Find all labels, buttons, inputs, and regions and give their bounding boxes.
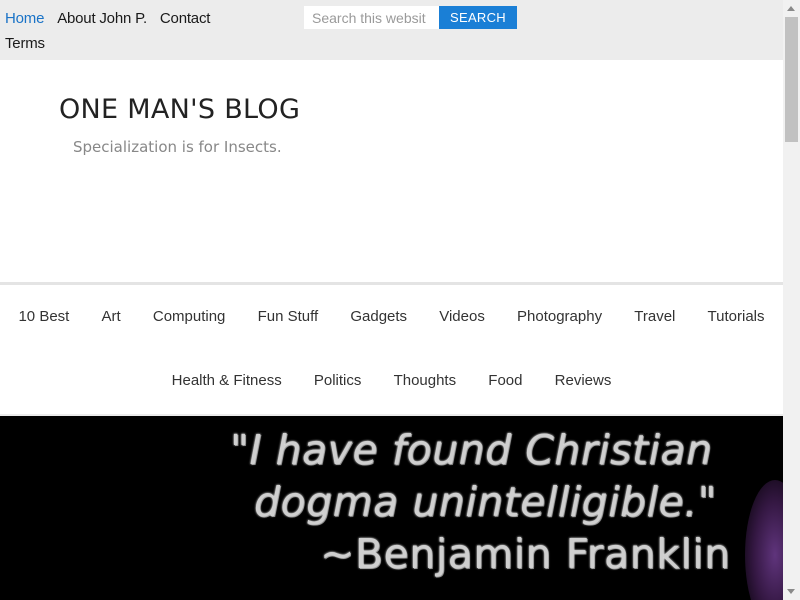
- quote-line: "I have found Christian: [230, 426, 713, 474]
- category-row: Health & Fitness Politics Thoughts Food …: [0, 372, 783, 389]
- category-politics[interactable]: Politics: [314, 372, 362, 389]
- category-reviews[interactable]: Reviews: [555, 372, 612, 389]
- category-health-fitness[interactable]: Health & Fitness: [172, 372, 282, 389]
- scroll-up-arrow-icon[interactable]: [783, 0, 800, 17]
- hero-quote: "I have found Christian dogma unintellig…: [230, 424, 770, 580]
- site-header: ONE MAN'S BLOG Specialization is for Ins…: [0, 60, 783, 282]
- category-art[interactable]: Art: [102, 308, 121, 325]
- nav-about-link[interactable]: About John P.: [57, 10, 147, 27]
- quote-attribution: ~Benjamin Franklin: [320, 530, 731, 578]
- quote-line: dogma unintelligible.": [254, 478, 718, 526]
- category-videos[interactable]: Videos: [439, 308, 485, 325]
- category-nav: 10 Best Art Computing Fun Stuff Gadgets …: [0, 285, 783, 414]
- nav-contact-link[interactable]: Contact: [160, 10, 210, 27]
- page-scrollbar[interactable]: [783, 0, 800, 600]
- scroll-down-arrow-icon[interactable]: [783, 583, 800, 600]
- site-tagline: Specialization is for Insects.: [73, 138, 282, 156]
- site-title[interactable]: ONE MAN'S BLOG: [59, 94, 300, 125]
- category-10-best[interactable]: 10 Best: [18, 308, 69, 325]
- category-tutorials[interactable]: Tutorials: [708, 308, 765, 325]
- nav-home-link[interactable]: Home: [5, 10, 44, 27]
- top-nav: Home About John P. Contact Terms: [5, 6, 215, 56]
- category-row: 10 Best Art Computing Fun Stuff Gadgets …: [0, 308, 783, 325]
- page: Home About John P. Contact Terms SEARCH ONE…: [0, 0, 783, 600]
- nav-terms-link[interactable]: Terms: [5, 35, 45, 52]
- category-travel[interactable]: Travel: [634, 308, 675, 325]
- category-food[interactable]: Food: [488, 372, 522, 389]
- top-bar: Home About John P. Contact Terms SEARCH: [0, 0, 783, 60]
- search-button[interactable]: SEARCH: [439, 6, 517, 29]
- category-photography[interactable]: Photography: [517, 308, 602, 325]
- scroll-thumb[interactable]: [785, 17, 798, 142]
- category-thoughts[interactable]: Thoughts: [394, 372, 457, 389]
- search-input[interactable]: [304, 6, 439, 29]
- category-fun-stuff[interactable]: Fun Stuff: [258, 308, 319, 325]
- category-gadgets[interactable]: Gadgets: [350, 308, 407, 325]
- hero-image[interactable]: "I have found Christian dogma unintellig…: [0, 416, 783, 600]
- category-computing[interactable]: Computing: [153, 308, 226, 325]
